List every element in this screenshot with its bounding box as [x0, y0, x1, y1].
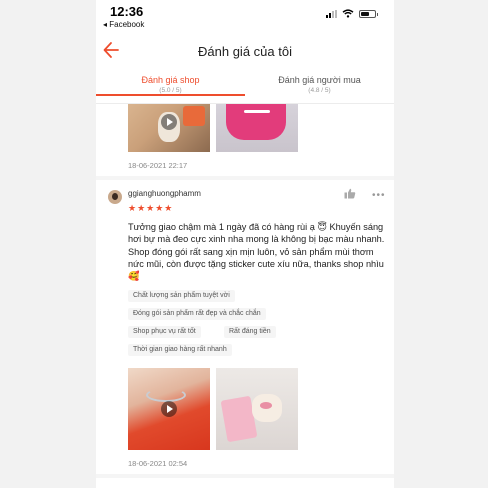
review-tabs: Đánh giá shop (5.0 / 5) Đánh giá người m…	[96, 74, 394, 104]
tab-label: Đánh giá người mua	[278, 75, 361, 85]
play-icon[interactable]	[161, 114, 177, 130]
review-photo[interactable]	[128, 368, 210, 450]
nav-bar: Đánh giá của tôi	[96, 36, 394, 70]
review-photo[interactable]	[216, 368, 298, 450]
more-dots-icon[interactable]: •••	[372, 190, 386, 201]
review-date: 18-06-2021 02:54	[128, 459, 188, 468]
star-rating: ★★★★★	[128, 203, 174, 213]
signal-icon	[326, 9, 337, 18]
active-tab-indicator	[96, 94, 245, 96]
page-title: Đánh giá của tôi	[198, 44, 292, 59]
review-tag: Đóng gói sản phẩm rất đẹp và chắc chắn	[128, 308, 266, 320]
divider	[96, 474, 394, 478]
back-to-app-link[interactable]: ◂ Facebook	[103, 20, 144, 29]
thumbs-up-icon[interactable]	[344, 188, 356, 199]
tab-shop-reviews[interactable]: Đánh giá shop (5.0 / 5)	[96, 74, 245, 96]
review-text: Tưởng giao chậm mà 1 ngày đã có hàng rùi…	[128, 222, 385, 282]
review-date: 18-06-2021 22:17	[128, 161, 188, 170]
review-photo[interactable]	[216, 104, 298, 152]
wifi-icon	[342, 9, 354, 18]
tab-label: Đánh giá shop	[141, 75, 200, 85]
avatar[interactable]	[108, 190, 122, 204]
review-photo[interactable]	[128, 104, 210, 152]
review-tag: Thời gian giao hàng rất nhanh	[128, 344, 232, 356]
review-tag: Chất lượng sản phẩm tuyệt vời	[128, 290, 235, 302]
battery-icon	[359, 9, 378, 18]
app-screen: 12:36 ◂ Facebook Đánh giá của tôi Đánh g…	[96, 0, 394, 488]
status-time: 12:36	[110, 4, 144, 19]
review-tag: Rất đáng tiền	[224, 326, 276, 338]
tab-score: (4.8 / 5)	[308, 87, 331, 94]
tab-buyer-reviews[interactable]: Đánh giá người mua (4.8 / 5)	[245, 74, 394, 95]
divider	[96, 176, 394, 180]
reviewer-username[interactable]: ggianghuongphamm	[128, 189, 201, 198]
review-tag: Shop phục vụ rất tốt	[128, 326, 201, 338]
system-icons	[326, 9, 378, 18]
status-bar: 12:36 ◂ Facebook	[96, 0, 394, 32]
play-icon[interactable]	[161, 401, 177, 417]
